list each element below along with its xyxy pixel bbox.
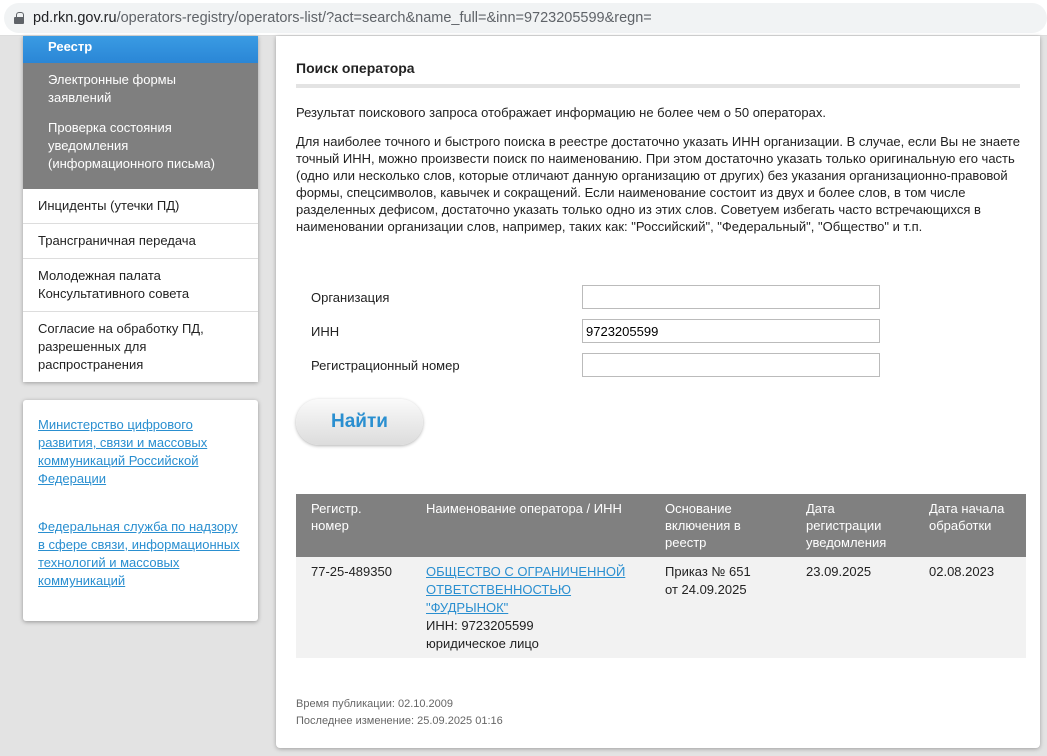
related-links: Министерство цифрового развития, связи и… bbox=[23, 400, 258, 621]
results-table: Регистр. номер Наименование оператора / … bbox=[296, 494, 1026, 658]
col-start-date: Дата начала обработки bbox=[914, 494, 1026, 557]
sidebar-item-consent[interactable]: Согласие на обработку ПД, разрешенных дл… bbox=[23, 312, 258, 382]
sidebar-menu: Реестр Электронные формы заявлений Прове… bbox=[23, 36, 258, 382]
reg-date: 23.09.2025 bbox=[791, 557, 914, 658]
regnum-input[interactable] bbox=[582, 353, 880, 377]
main-content: Поиск оператора Результат поискового зап… bbox=[276, 36, 1040, 748]
basis-order: Приказ № 651 bbox=[665, 564, 751, 579]
org-label: Организация bbox=[311, 289, 390, 305]
col-name: Наименование оператора / ИНН bbox=[411, 494, 650, 557]
link-mintsifry[interactable]: Министерство цифрового развития, связи и… bbox=[38, 416, 243, 488]
start-date: 02.08.2023 bbox=[914, 557, 1026, 658]
sidebar-sub-electronic-forms[interactable]: Электронные формы заявлений bbox=[23, 71, 258, 119]
col-reg-date: Дата регистрации уведомления bbox=[791, 494, 914, 557]
url-text[interactable]: pd.rkn.gov.ru/operators-registry/operato… bbox=[33, 10, 652, 26]
address-bar[interactable]: pd.rkn.gov.ru/operators-registry/operato… bbox=[0, 0, 1047, 36]
table-row: 77-25-489350 ОБЩЕСТВО С ОГРАНИЧЕННОЙ ОТВ… bbox=[296, 557, 1026, 658]
modified-date: Последнее изменение: 25.09.2025 01:16 bbox=[296, 715, 503, 727]
sidebar-sub-check-status[interactable]: Проверка состояния уведомления (информац… bbox=[23, 119, 258, 185]
published-date: Время публикации: 02.10.2009 bbox=[296, 698, 454, 710]
operator-type: юридическое лицо bbox=[426, 636, 539, 651]
search-form: Организация ИНН Регистрационный номер bbox=[296, 280, 1020, 382]
operator-link[interactable]: ОБЩЕСТВО С ОГРАНИЧЕННОЙ ОТВЕТСТВЕННОСТЬЮ… bbox=[426, 564, 625, 615]
link-rkn[interactable]: Федеральная служба по надзору в сфере св… bbox=[38, 518, 243, 590]
page-title: Поиск оператора bbox=[296, 60, 1020, 88]
regnum-label: Регистрационный номер bbox=[311, 357, 460, 373]
operator-inn: ИНН: 9723205599 bbox=[426, 618, 534, 633]
sidebar-item-incidents[interactable]: Инциденты (утечки ПД) bbox=[23, 189, 258, 224]
basis-date: от 24.09.2025 bbox=[665, 582, 747, 597]
col-basis: Основание включения в реестр bbox=[650, 494, 791, 557]
search-button[interactable]: Найти bbox=[296, 399, 423, 445]
sidebar-item-registry[interactable]: Реестр bbox=[23, 36, 258, 63]
sidebar-item-crossborder[interactable]: Трансграничная передача bbox=[23, 224, 258, 259]
help-text: Для наиболее точного и быстрого поиска в… bbox=[296, 134, 1020, 234]
org-input[interactable] bbox=[582, 285, 880, 309]
inn-label: ИНН bbox=[311, 323, 340, 339]
inn-input[interactable] bbox=[582, 319, 880, 343]
col-reg: Регистр. номер bbox=[296, 494, 411, 557]
reg-number: 77-25-489350 bbox=[296, 557, 411, 658]
info-text: Результат поискового запроса отображает … bbox=[296, 105, 826, 120]
sidebar-item-youth-chamber[interactable]: Молодежная палата Консультативного совет… bbox=[23, 259, 258, 312]
lock-icon bbox=[14, 12, 24, 24]
